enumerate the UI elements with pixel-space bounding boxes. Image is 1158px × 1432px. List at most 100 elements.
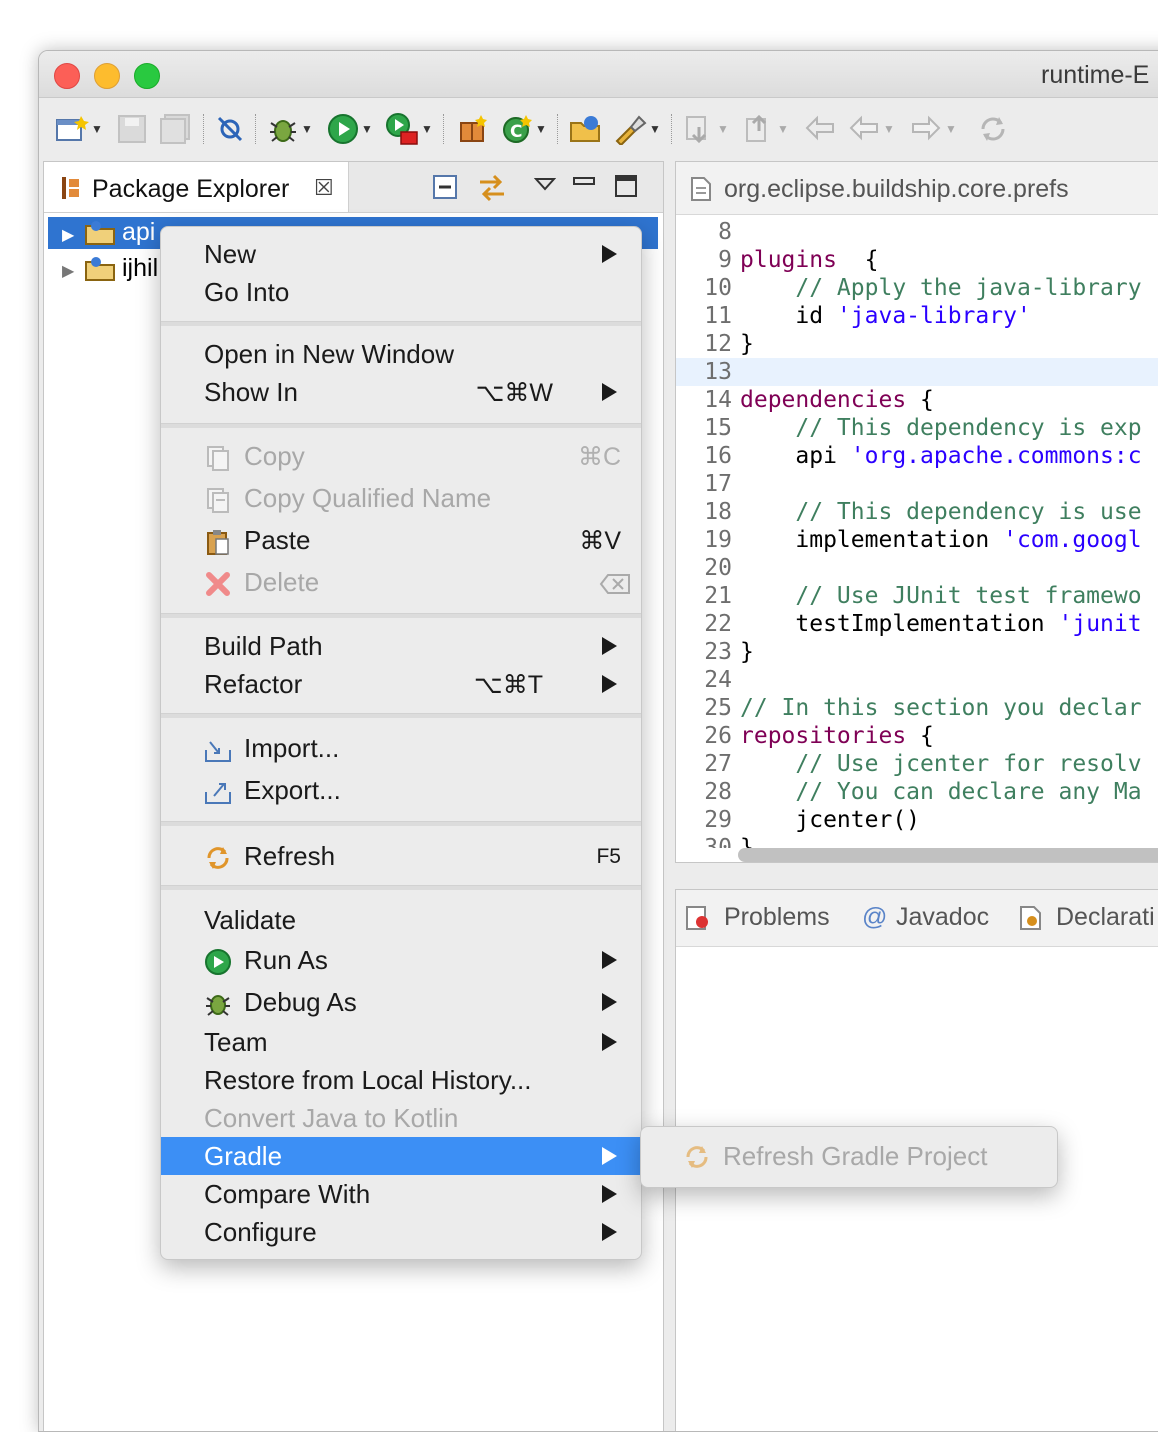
code-line: 17 <box>676 470 1158 498</box>
code-editor[interactable]: 8 9 plugins {10 // Apply the java-library 1… <box>676 218 1158 848</box>
code-token: jcenter() <box>740 807 921 833</box>
submenu-arrow-icon <box>602 245 617 263</box>
debug-button[interactable]: ▼ <box>267 112 313 146</box>
forward-arrow-icon <box>912 115 941 141</box>
package-icon <box>460 115 487 142</box>
minimize-view-icon[interactable] <box>572 174 596 188</box>
tab-declaration[interactable]: Declarati <box>1056 903 1155 932</box>
project-folder-icon <box>85 257 115 281</box>
menu-item-go-into[interactable]: Go Into <box>161 273 641 311</box>
line-number: 15 <box>704 415 732 441</box>
editor-tab[interactable]: org.eclipse.buildship.core.prefs <box>724 175 1069 204</box>
search-button[interactable]: ▼ <box>613 112 661 146</box>
code-token: { <box>836 247 879 273</box>
code-line: 8 <box>676 218 1158 246</box>
previous-annotation-button[interactable]: ▼ <box>743 112 789 146</box>
minimize-window-button[interactable] <box>94 63 120 89</box>
menu-item-gradle[interactable]: Gradle <box>161 1137 641 1175</box>
refresh-gradle-icon <box>686 1146 708 1168</box>
menu-item-run-as[interactable]: Run As <box>161 941 641 979</box>
maximize-view-icon[interactable] <box>614 174 638 198</box>
back-button[interactable]: ▼ <box>847 112 895 146</box>
package-explorer-tab[interactable]: Package Explorer ☒ <box>44 162 349 212</box>
editor-tab-row: org.eclipse.buildship.core.prefs <box>676 162 1158 215</box>
line-number: 13 <box>704 359 732 385</box>
save-button[interactable] <box>117 112 147 146</box>
code-line: 19 implementation 'com.googl <box>676 526 1158 554</box>
code-line: 22 testImplementation 'junit <box>676 610 1158 638</box>
code-line: 12} <box>676 330 1158 358</box>
menu-item-debug-as[interactable]: Debug As <box>161 983 641 1021</box>
skip-breakpoints-button[interactable] <box>215 112 245 146</box>
debug-bug-icon <box>270 120 296 142</box>
menu-item-show-in[interactable]: Show In ⌥⌘W <box>161 373 641 411</box>
sync-button[interactable] <box>977 112 1009 146</box>
expand-arrow-icon[interactable]: ▶ <box>62 225 74 245</box>
menu-item-open-new-window[interactable]: Open in New Window <box>161 335 641 373</box>
menu-separator <box>161 821 641 826</box>
title-bar: runtime-E <box>39 51 1158 98</box>
code-token: 'org.apache.commons:c <box>850 443 1142 469</box>
view-menu-icon[interactable] <box>534 176 556 192</box>
menu-item-copy[interactable]: Copy ⌘C <box>161 437 641 475</box>
submenu-arrow-icon <box>602 637 617 655</box>
menu-separator <box>161 885 641 890</box>
new-wizard-icon <box>56 116 89 141</box>
menu-item-restore-local-history[interactable]: Restore from Local History... <box>161 1061 641 1099</box>
menu-item-refresh-gradle-project[interactable]: Refresh Gradle Project <box>641 1127 1057 1187</box>
run-icon <box>328 114 358 144</box>
package-explorer-title: Package Explorer <box>92 175 290 203</box>
menu-item-import[interactable]: Import... <box>161 729 641 767</box>
menu-item-configure[interactable]: Configure <box>161 1213 641 1251</box>
context-menu: New Go Into Open in New Window Show In ⌥… <box>160 226 642 1260</box>
menu-item-copy-qualified-name[interactable]: Copy Qualified Name <box>161 479 641 517</box>
code-token: // Use JUnit test framewo <box>795 583 1142 609</box>
link-with-editor-icon[interactable] <box>476 172 508 204</box>
submenu-arrow-icon <box>602 1147 617 1165</box>
next-annotation-button[interactable]: ▼ <box>683 112 729 146</box>
menu-item-new[interactable]: New <box>161 235 641 273</box>
close-tab-icon[interactable]: ☒ <box>314 175 334 201</box>
tab-javadoc[interactable]: Javadoc <box>896 903 989 932</box>
run-external-tools-button[interactable]: ▼ <box>385 112 433 146</box>
menu-item-refactor[interactable]: Refactor ⌥⌘T <box>161 665 641 703</box>
code-token: { <box>906 723 934 749</box>
code-token: } <box>740 835 754 848</box>
menu-item-convert-java-to-kotlin[interactable]: Convert Java to Kotlin <box>161 1099 641 1137</box>
close-window-button[interactable] <box>54 63 80 89</box>
horizontal-scrollbar[interactable] <box>738 848 1158 862</box>
new-java-class-button[interactable]: C ▼ <box>501 112 547 146</box>
forward-button[interactable]: ▼ <box>909 112 957 146</box>
menu-item-build-path[interactable]: Build Path <box>161 627 641 665</box>
zoom-window-button[interactable] <box>134 63 160 89</box>
menu-item-team[interactable]: Team <box>161 1023 641 1061</box>
code-token: 'junit <box>1058 611 1142 637</box>
new-wizard-button[interactable]: ▼ <box>55 112 103 146</box>
window-title: runtime-E <box>1041 61 1150 89</box>
menu-item-compare-with[interactable]: Compare With <box>161 1175 641 1213</box>
export-icon <box>205 783 231 804</box>
last-edit-location-button[interactable] <box>803 112 837 146</box>
delete-key-icon <box>599 574 630 594</box>
menu-item-validate[interactable]: Validate <box>161 901 641 939</box>
expand-arrow-icon[interactable]: ▶ <box>62 261 74 281</box>
code-line: 14 dependencies { <box>676 386 1158 414</box>
code-token: // Apply the java-library <box>795 275 1142 301</box>
run-button[interactable]: ▼ <box>327 112 373 146</box>
collapse-all-icon[interactable] <box>432 174 462 202</box>
menu-item-delete[interactable]: Delete <box>161 563 641 601</box>
code-line: 30} <box>676 834 1158 848</box>
code-line: 9 plugins { <box>676 246 1158 274</box>
new-java-package-button[interactable] <box>457 112 489 146</box>
menu-item-refresh[interactable]: Refresh F5 <box>161 837 641 875</box>
open-type-button[interactable] <box>569 112 603 146</box>
paste-clipboard-icon <box>207 530 229 555</box>
tab-problems[interactable]: Problems <box>724 903 830 932</box>
save-all-button[interactable] <box>159 112 191 146</box>
code-token: api <box>740 443 851 469</box>
menu-item-paste[interactable]: Paste ⌘V <box>161 521 641 559</box>
menu-item-export[interactable]: Export... <box>161 771 641 809</box>
